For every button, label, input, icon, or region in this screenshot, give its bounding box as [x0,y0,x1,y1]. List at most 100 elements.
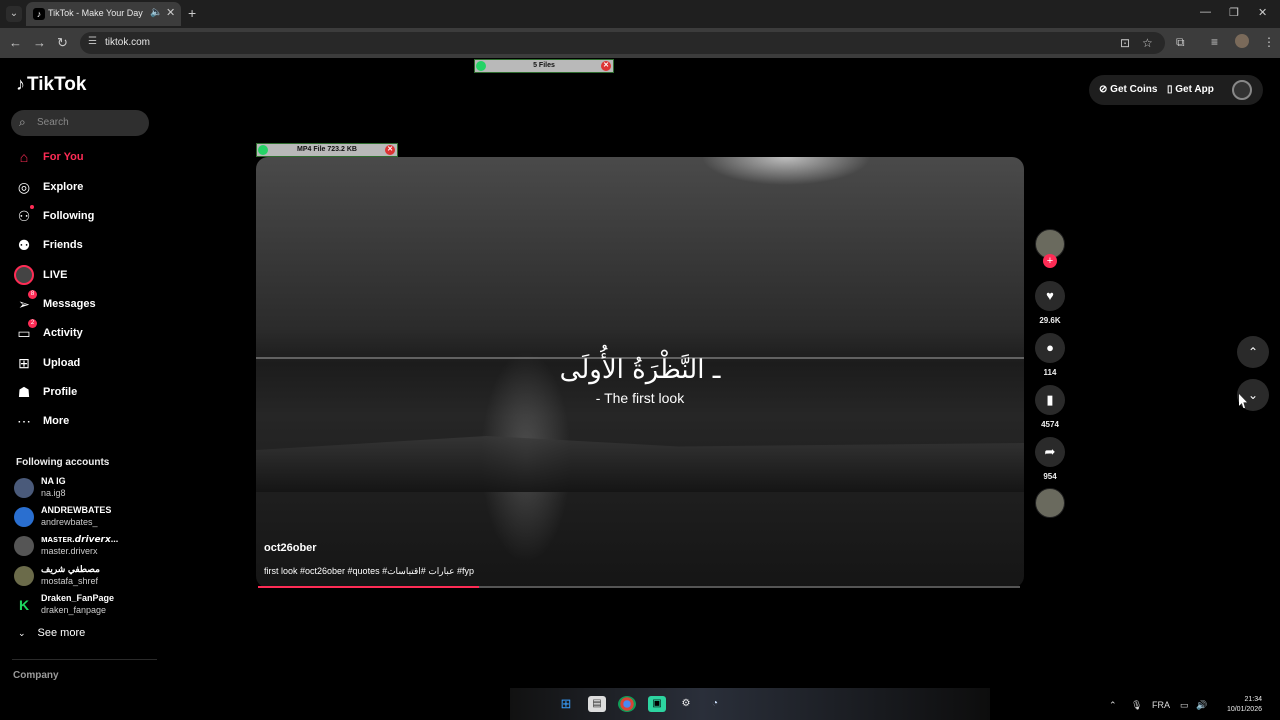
network-icon[interactable]: ▭ [1180,700,1189,711]
divider [12,659,157,660]
nav-profile[interactable]: ☗ Profile [14,381,154,405]
tray-chevron-up-icon[interactable]: ⌃ [1109,700,1117,711]
steam-icon[interactable]: ◔ [706,696,724,712]
account-item[interactable]: مصطفي شريف mostafa_shref [14,564,164,590]
nav-friends[interactable]: ⚉ Friends [14,234,154,258]
tiktok-note-icon: ♪ [16,74,25,94]
tiktok-logo[interactable]: ♪ TikTok [16,74,86,96]
friends-icon: ⚉ [17,237,31,253]
nav-activity[interactable]: ▭ 2 Activity [14,319,154,346]
browser-profile-avatar[interactable] [1235,34,1249,48]
new-tab-icon[interactable]: + [188,5,196,21]
address-bar[interactable]: ☰ tiktok.com ⊡ ☆ [80,32,1165,54]
account-handle: draken_fanpage [41,605,107,615]
nav-explore[interactable]: ◎ Explore [14,176,154,200]
task-view-icon[interactable]: ▤ [588,696,606,712]
follow-plus-icon[interactable]: + [1043,254,1057,268]
video-player[interactable]: ـ النَّظْرَةُ الأُولَى - The first look … [256,157,1024,588]
video-author[interactable]: oct26ober [264,542,317,554]
close-icon[interactable]: ✕ [601,61,611,71]
nav-live[interactable]: LIVE [14,264,154,288]
download-overlay-video[interactable]: MP4 File 723.2 KB ✕ [256,143,398,157]
music-disc-avatar[interactable] [1035,488,1065,518]
save-count: 4574 [1041,420,1059,429]
next-video-button[interactable]: ⌄ [1237,379,1269,411]
video-caption[interactable]: first look #oct26ober #quotes #عبارات #ا… [264,566,474,577]
close-icon[interactable]: ✕ [385,145,395,155]
account-name: NA IG [41,476,66,486]
heart-icon: ♥ [1046,288,1054,303]
nav-more[interactable]: ⋯ More [14,410,154,434]
account-handle: master.driverx [41,546,98,556]
bookmark-star-icon[interactable]: ☆ [1142,36,1153,50]
site-info-icon[interactable]: ☰ [88,36,97,47]
taskbar-clock[interactable]: 21:34 10/01/2026 [1214,695,1262,715]
see-more-label: See more [37,627,86,639]
extensions-icon[interactable]: ⧉ [1176,35,1185,50]
speaker-icon[interactable]: 🔈 [150,7,162,18]
nav-for-you[interactable]: ⌂ For You [14,146,154,170]
volume-icon[interactable]: 🔊 [1196,700,1207,711]
nav-upload[interactable]: ⊞ Upload [14,352,154,376]
browser-toolbar: ← → ↻ ☰ tiktok.com ⊡ ☆ ⧉ ≡ ⋮ [0,28,1280,58]
account-handle: andrewbates_ [41,517,98,527]
nav-label: Explore [43,181,84,193]
like-count: 29.6K [1039,316,1061,325]
share-icon: ➦ [1044,444,1056,459]
settings-icon[interactable]: ⚙ [677,696,695,712]
comment-icon: ● [1046,340,1054,355]
restore-icon[interactable]: ❐ [1229,6,1239,19]
nav-messages[interactable]: ➢ 8 Messages [14,290,154,317]
like-button[interactable]: ♥ [1035,281,1065,311]
comment-count: 114 [1043,368,1057,377]
close-window-icon[interactable]: ✕ [1258,6,1267,19]
search-icon: ⌕ [19,115,26,129]
see-more-link[interactable]: ⌄ See more [18,627,85,639]
messages-badge: 8 [28,290,37,299]
browser-menu-icon[interactable]: ⋮ [1263,35,1275,49]
windows-start-icon[interactable]: ⊞ [557,696,575,712]
back-icon[interactable]: ← [9,35,22,50]
get-coins-button[interactable]: ⊘ Get Coins [1099,84,1157,95]
nav-label: Messages [43,298,96,310]
kawasaki-logo-icon: K [14,595,34,615]
close-tab-icon[interactable]: ✕ [166,6,175,19]
user-follow-icon: ⚇ [17,208,31,224]
account-item[interactable]: ᴍᴀsᴛᴇʀ.𝙙𝙧𝙞𝙫𝙚𝙧𝙭... master.driverx [14,534,164,560]
avatar [14,536,34,556]
account-name: ᴍᴀsᴛᴇʀ.𝙙𝙧𝙞𝙫𝙚𝙧𝙭... [41,534,119,544]
reload-icon[interactable]: ↻ [57,35,68,51]
save-button[interactable]: ▮ [1035,385,1065,415]
microphone-icon[interactable]: 🎙 [1131,700,1142,711]
account-item[interactable]: ANDREWBATES andrewbates_ [14,505,164,531]
video-progress-bar[interactable] [258,586,1020,588]
user-avatar[interactable] [1232,80,1252,100]
browser-tab[interactable]: ♪ TikTok - Make Your Day 🔈 ✕ [26,2,181,26]
install-app-icon[interactable]: ⊡ [1120,36,1130,50]
previous-video-button[interactable]: ⌃ [1237,336,1269,368]
nav-label: Profile [43,386,78,398]
nav-label: For You [43,151,84,163]
account-item[interactable]: K Draken_FanPage draken_fanpage [14,593,164,619]
app-icon[interactable]: ▣ [648,696,666,712]
share-button[interactable]: ➦ [1035,437,1065,467]
taskbar-background [510,688,990,720]
comment-button[interactable]: ● [1035,333,1065,363]
download-label: MP4 File 723.2 KB [297,146,357,153]
compass-icon: ◎ [17,179,31,195]
forward-icon[interactable]: → [33,35,46,50]
clock-time: 21:34 [1244,696,1262,703]
search-input[interactable]: ⌕ Search [11,110,149,136]
account-item[interactable]: NA IG na.ig8 [14,476,164,502]
tab-search-icon[interactable]: ⌄ [6,6,22,22]
minimize-icon[interactable]: — [1200,6,1211,18]
browser-tab-strip: ⌄ ♪ TikTok - Make Your Day 🔈 ✕ + — ❐ ✕ [0,0,1280,28]
download-overlay-files[interactable]: 5 Files ✕ [474,59,614,73]
chrome-icon[interactable] [618,696,636,712]
company-link[interactable]: Company [13,670,59,681]
media-control-icon[interactable]: ≡ [1211,35,1218,49]
language-indicator[interactable]: FRA [1152,700,1170,710]
logo-text: TikTok [27,74,87,95]
nav-following[interactable]: ⚇ Following [14,205,154,229]
get-app-button[interactable]: ▯ Get App [1167,84,1214,95]
